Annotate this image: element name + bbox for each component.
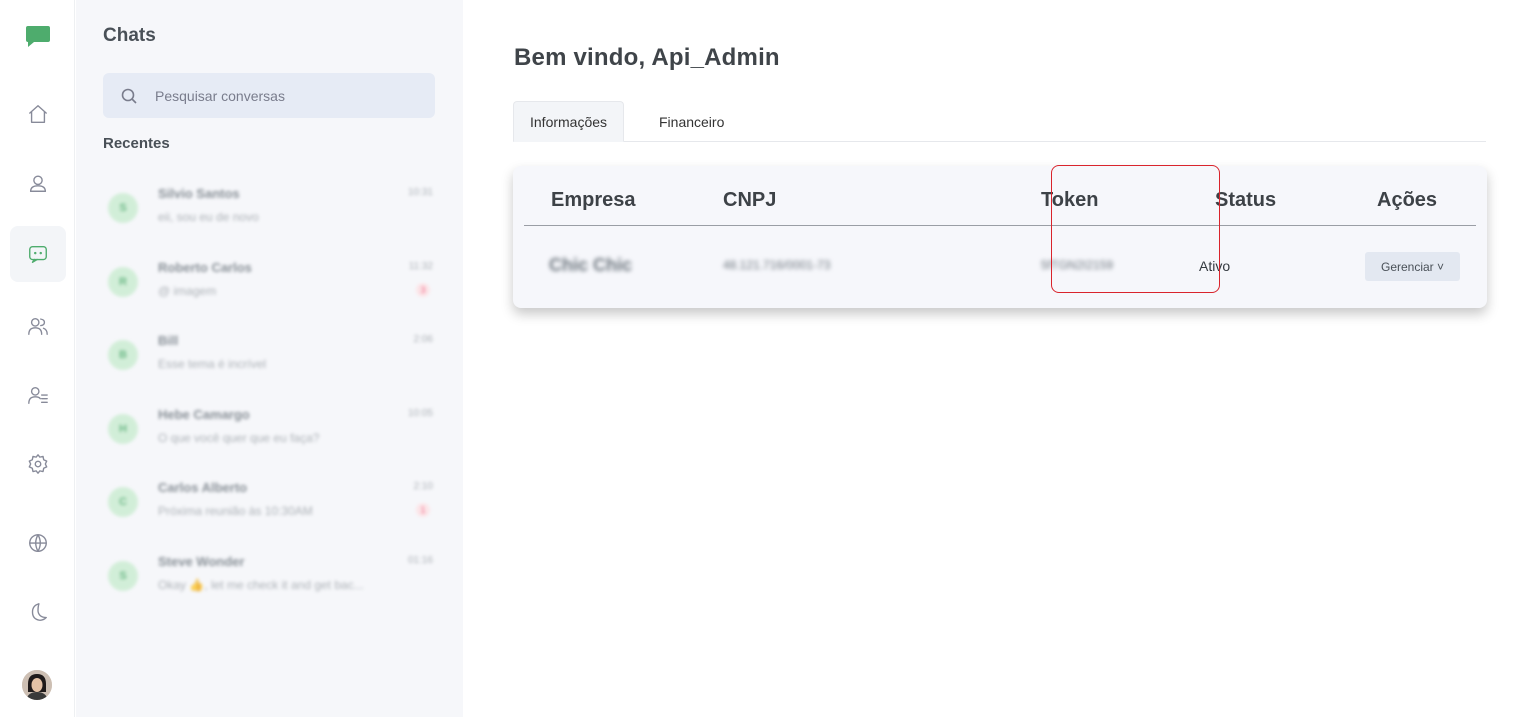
avatar: C [108, 487, 138, 517]
list-item[interactable]: S Silvio Santos eii, sou eu de novo 10:3… [103, 173, 439, 247]
chat-name: Steve Wonder [158, 553, 245, 569]
search-icon [121, 88, 137, 104]
tab-informacoes[interactable]: Informações [513, 101, 625, 142]
chat-message: Esse tema é incrível [158, 357, 267, 371]
chats-title: Chats [103, 25, 156, 46]
moon-icon[interactable] [10, 584, 66, 640]
chat-message: @ imagem [158, 283, 217, 298]
chat-list: S Silvio Santos eii, sou eu de novo 10:3… [103, 173, 439, 614]
chat-panel: Chats Recentes S Silvio Santos eii, sou … [76, 0, 463, 717]
chat-message: Próxima reunião às 10:30AM [158, 504, 313, 518]
chat-time: 2:10 [413, 481, 433, 492]
chat-time: 10:05 [407, 407, 433, 419]
nav-rail [0, 0, 75, 717]
chat-name: Carlos Alberto [158, 480, 248, 495]
contacts-icon[interactable] [10, 298, 66, 354]
column-header-cnpj: CNPJ [723, 189, 777, 211]
token-highlight-box [1051, 165, 1220, 293]
list-item[interactable]: B Bill Esse tema é incrível 2:06 [103, 320, 439, 394]
home-icon[interactable] [10, 86, 66, 142]
profile-icon[interactable] [10, 156, 66, 212]
tab-financeiro[interactable]: Financeiro [643, 101, 740, 142]
chat-time: 11:32 [408, 260, 433, 272]
chat-name: Silvio Santos [158, 186, 240, 201]
list-item[interactable]: C Carlos Alberto Próxima reunião às 10:3… [103, 467, 439, 541]
avatar: S [108, 193, 138, 223]
chat-time: 01:16 [407, 554, 433, 566]
chat-name: Hebe Camargo [158, 406, 250, 422]
column-header-token: Token [1041, 189, 1099, 211]
chat-name: Roberto Carlos [158, 259, 252, 275]
tab-bar: Informações Financeiro [513, 101, 1486, 142]
cell-cnpj: 48.121.716/0001-73 [723, 258, 831, 272]
list-item[interactable]: S Steve Wonder Okay 👍, let me check it a… [103, 541, 439, 615]
column-header-empresa: Empresa [551, 189, 636, 211]
chat-message: eii, sou eu de novo [158, 210, 259, 224]
globe-icon[interactable] [10, 515, 66, 571]
companies-table: Empresa CNPJ Token Status Ações Chic Chi… [513, 165, 1487, 308]
unread-badge: 3 [416, 282, 430, 297]
main-content: Bem vindo, Api_Admin Informações Finance… [463, 0, 1536, 717]
chat-time: 2:06 [413, 334, 433, 345]
chat-message: Okay 👍, let me check it and get bac... [158, 577, 364, 592]
settings-icon[interactable] [10, 436, 66, 492]
contact-list-icon[interactable] [10, 367, 66, 423]
recent-label: Recentes [103, 135, 170, 152]
header-divider [524, 225, 1476, 226]
cell-empresa: Chic Chic [549, 255, 633, 275]
cell-token: 5fTGN2I2159 [1041, 258, 1114, 272]
chat-time: 10:31 [407, 187, 433, 198]
chat-icon[interactable] [10, 226, 66, 282]
list-item[interactable]: R Roberto Carlos @ imagem 11:32 3 [103, 247, 439, 321]
avatar: S [108, 560, 138, 591]
column-header-status: Status [1215, 189, 1277, 211]
chat-message: O que você quer que eu faça? [158, 430, 320, 445]
column-header-acoes: Ações [1377, 189, 1438, 211]
search-input[interactable] [155, 87, 405, 104]
search-box[interactable] [103, 73, 435, 118]
cell-status: Ativo [1199, 258, 1231, 274]
chat-name: Bill [158, 333, 179, 348]
manage-button[interactable]: Gerenciar ˅ [1365, 252, 1460, 281]
avatar: H [108, 413, 138, 444]
page-title: Bem vindo, Api_Admin [514, 44, 780, 71]
avatar: R [108, 266, 138, 297]
user-avatar[interactable] [22, 670, 52, 700]
logo-icon[interactable] [25, 25, 51, 49]
avatar: B [108, 340, 138, 370]
list-item[interactable]: H Hebe Camargo O que você quer que eu fa… [103, 394, 439, 468]
unread-badge: 1 [416, 503, 430, 517]
